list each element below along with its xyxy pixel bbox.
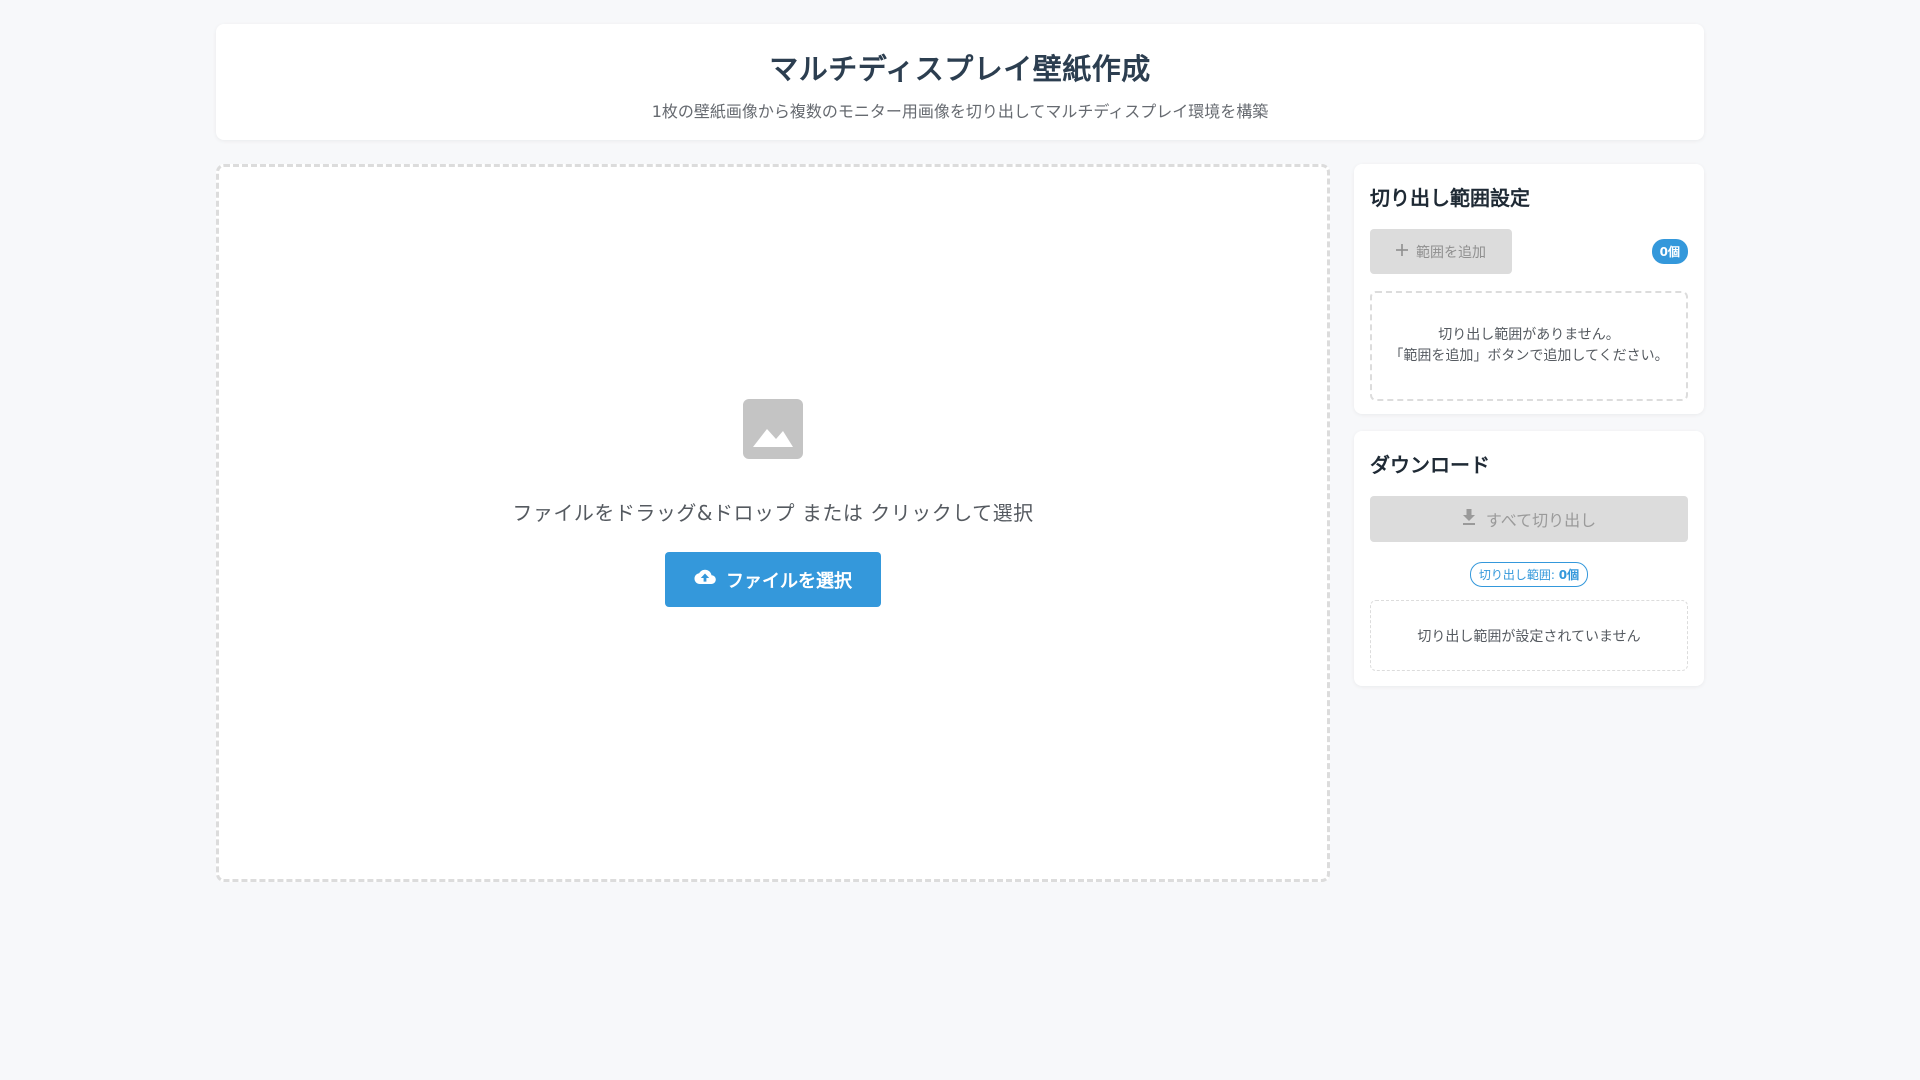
cloud-upload-icon [694, 569, 716, 590]
file-dropzone[interactable]: ファイルをドラッグ&ドロップ または クリックして選択 ファイルを選択 [216, 164, 1330, 882]
empty-range-line1: 切り出し範囲がありません。 [1438, 327, 1620, 343]
plus-icon [1396, 243, 1408, 260]
dropzone-text: ファイルをドラッグ&ドロップ または クリックして選択 [512, 501, 1034, 525]
range-count-badge: 0個 [1651, 239, 1688, 264]
cut-all-label: すべて切り出し [1485, 511, 1597, 530]
select-file-button[interactable]: ファイルを選択 [665, 552, 881, 607]
add-range-button[interactable]: 範囲を追加 [1370, 229, 1512, 274]
download-title: ダウンロード [1370, 453, 1490, 477]
empty-range-message: 切り出し範囲がありません。 「範囲を追加」ボタンで追加してください。 [1370, 291, 1688, 401]
download-panel: ダウンロード すべて切り出し 切り出し範囲: 0個 切り出し範囲が設定されていま… [1354, 431, 1704, 686]
download-icon [1462, 509, 1476, 529]
range-settings-title: 切り出し範囲設定 [1370, 186, 1530, 210]
download-status: 切り出し範囲が設定されていません [1370, 600, 1688, 671]
app-header: マルチディスプレイ壁紙作成 1枚の壁紙画像から複数のモニター用画像を切り出してマ… [216, 24, 1704, 140]
empty-range-line2: 「範囲を追加」ボタンで追加してください。 [1389, 348, 1669, 364]
cut-all-button[interactable]: すべて切り出し [1370, 496, 1688, 542]
page-title: マルチディスプレイ壁紙作成 [769, 52, 1151, 86]
image-icon [743, 399, 803, 459]
page-subtitle: 1枚の壁紙画像から複数のモニター用画像を切り出してマルチディスプレイ環境を構築 [651, 102, 1269, 121]
range-count-label: 切り出し範囲: [1478, 568, 1559, 582]
range-count-pill: 切り出し範囲: 0個 [1469, 562, 1589, 587]
select-file-label: ファイルを選択 [726, 570, 852, 592]
range-count-value: 0個 [1558, 568, 1580, 582]
add-range-label: 範囲を追加 [1416, 244, 1486, 261]
range-settings-panel: 切り出し範囲設定 範囲を追加 0個 切り出し範囲がありません。 「範囲を追加」ボ… [1354, 164, 1704, 414]
